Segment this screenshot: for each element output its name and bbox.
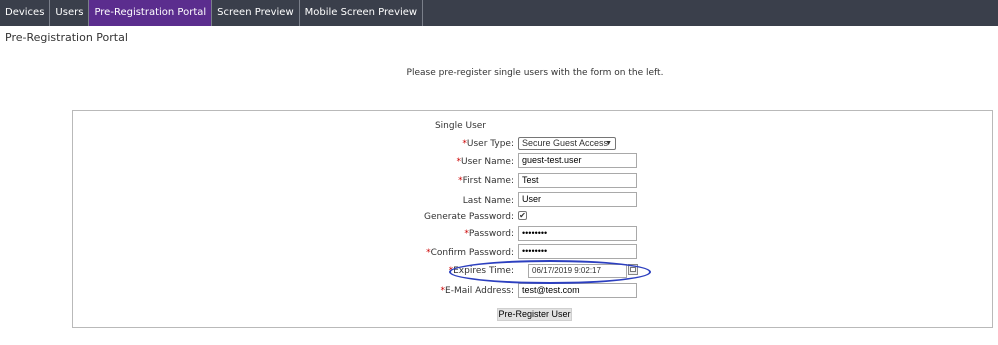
generate-password-checkbox[interactable]: ✔ (518, 211, 527, 220)
last-name-label: Last Name: (462, 196, 514, 206)
top-navbar: Devices Users Pre-Registration Portal Sc… (0, 0, 998, 26)
last-name-input[interactable]: User (518, 192, 637, 207)
dropdown-arrow-icon: ▼ (605, 140, 612, 147)
user-name-label: *User Name: (456, 157, 514, 167)
email-input[interactable]: test@test.com (518, 283, 637, 298)
intro-text: Please pre-register single users with th… (406, 68, 664, 78)
expires-time-input[interactable]: 06/17/2019 9:02:17 (528, 264, 627, 278)
calendar-icon[interactable] (628, 264, 638, 275)
user-name-input[interactable]: guest-test.user (518, 153, 637, 168)
password-label: *Password: (464, 229, 514, 239)
user-type-select[interactable]: Secure Guest Access ▼ (518, 137, 616, 150)
tab-users[interactable]: Users (50, 0, 90, 26)
tab-screen-preview[interactable]: Screen Preview (212, 0, 300, 26)
page-title: Pre-Registration Portal (5, 31, 128, 44)
user-type-label: *User Type: (462, 139, 514, 149)
first-name-input[interactable]: Test (518, 173, 637, 188)
tab-mobile-screen-preview[interactable]: Mobile Screen Preview (300, 0, 424, 26)
email-label: *E-Mail Address: (440, 286, 514, 296)
expires-time-label: *Expires Time: (448, 266, 514, 276)
tab-devices[interactable]: Devices (0, 0, 51, 26)
password-input[interactable]: •••••••• (518, 226, 637, 241)
generate-password-label: Generate Password: (424, 212, 514, 222)
form-title: Single User (434, 121, 487, 131)
pre-register-user-button[interactable]: Pre-Register User (497, 308, 572, 321)
tab-pre-registration-portal[interactable]: Pre-Registration Portal (89, 0, 213, 26)
confirm-password-input[interactable]: •••••••• (518, 244, 637, 259)
confirm-password-label: *Confirm Password: (426, 248, 514, 258)
first-name-label: *First Name: (458, 176, 514, 186)
